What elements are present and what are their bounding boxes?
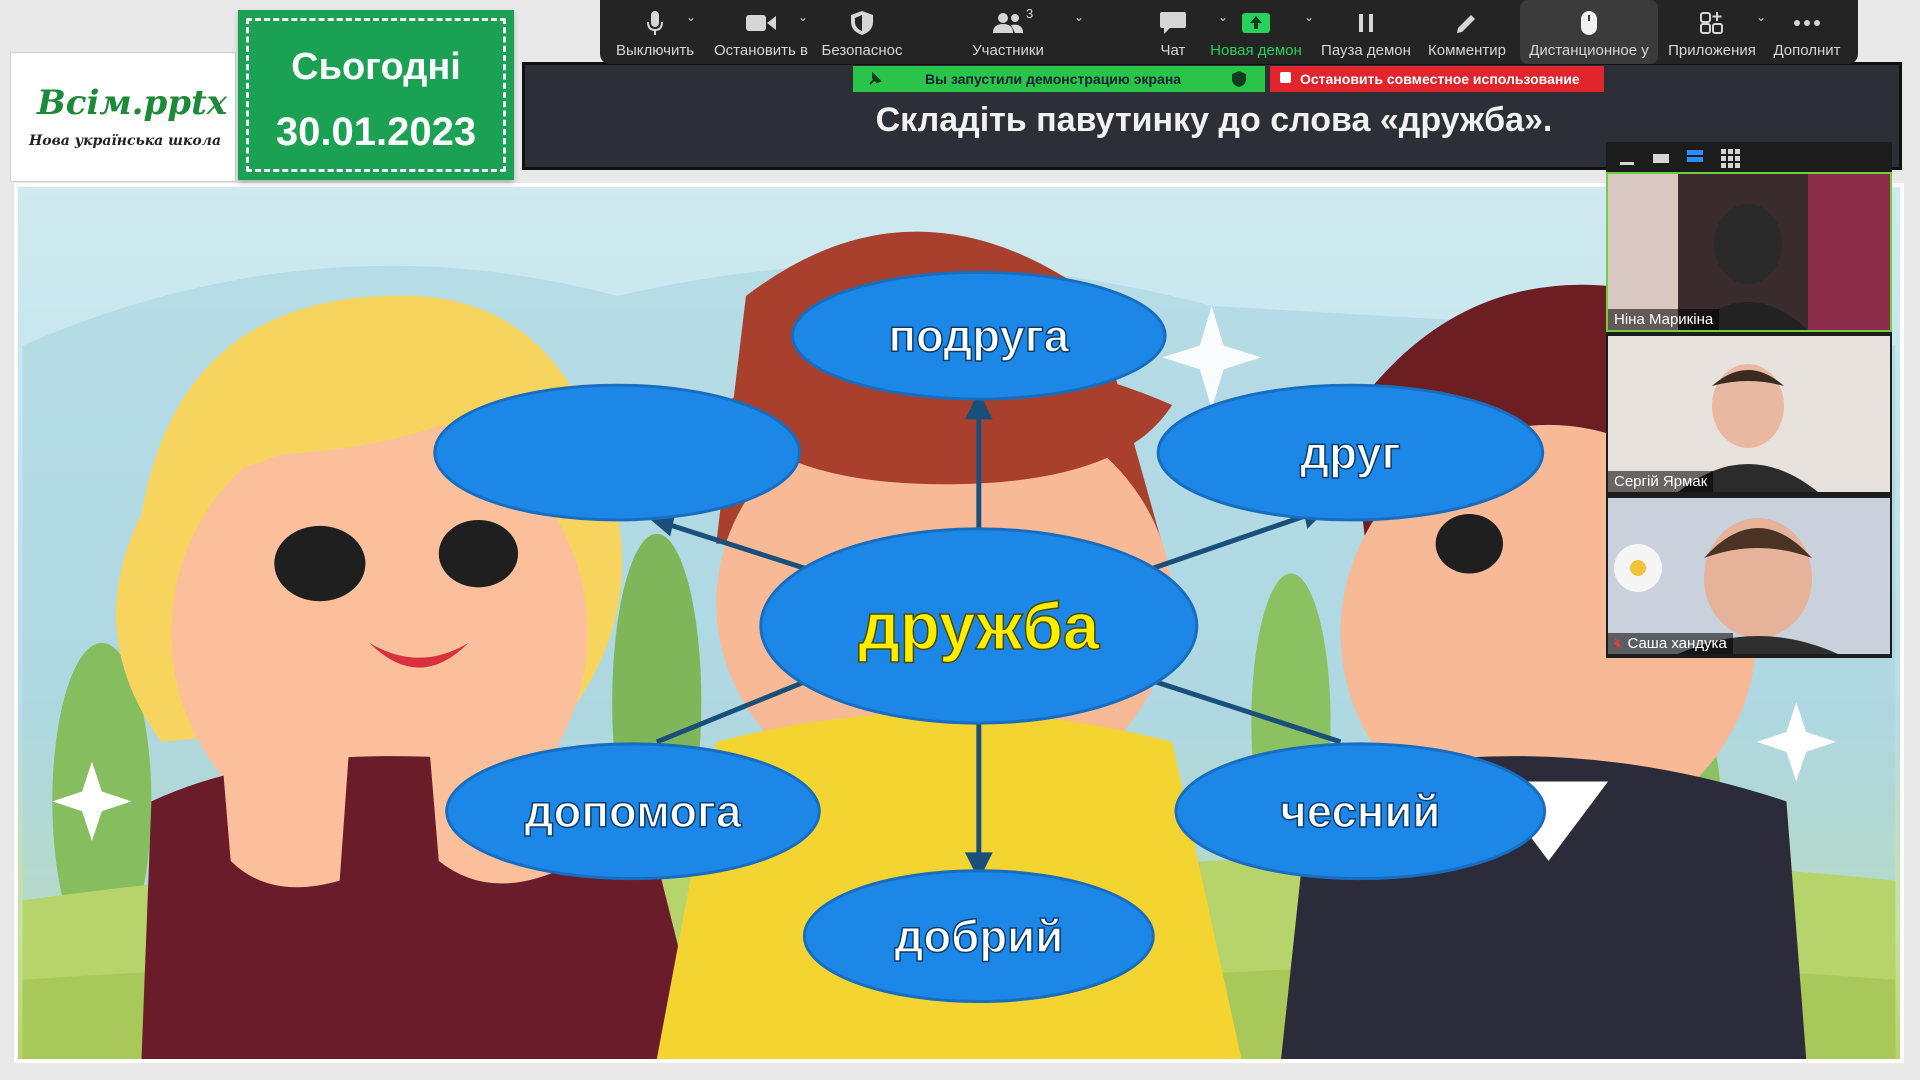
participant-name: Ніна Марикіна xyxy=(1608,309,1720,330)
word-bottom-right: чесний xyxy=(1280,786,1440,837)
toolbar-label: Безопаснос xyxy=(821,42,903,59)
participant-video xyxy=(1608,174,1890,330)
shield-icon xyxy=(851,11,873,35)
toolbar-label: Комментир xyxy=(1428,42,1506,59)
participant-tile[interactable]: Сергій Ярмак xyxy=(1608,336,1890,492)
pause-share-button[interactable]: Пауза демон xyxy=(1318,0,1414,64)
new-share-button[interactable]: ⌄ Новая демон xyxy=(1208,0,1314,64)
date-badge: Сьогодні 30.01.2023 xyxy=(238,10,514,180)
word-top: подруга xyxy=(889,310,1070,361)
minimize-icon[interactable] xyxy=(1616,148,1640,168)
word-ellipse-top-left xyxy=(433,383,801,522)
logo-main-text: Всім.pptx xyxy=(37,83,228,123)
participants-icon xyxy=(993,13,1023,33)
more-icon xyxy=(1794,20,1820,26)
annotate-button[interactable]: Комментир xyxy=(1420,0,1514,64)
more-button[interactable]: Дополнит xyxy=(1764,0,1850,64)
toolbar-label: Участники xyxy=(972,42,1044,59)
stop-video-button[interactable]: ⌄ Остановить в xyxy=(712,0,810,64)
stop-share-button[interactable]: Остановить совместное использование xyxy=(1270,66,1604,92)
chevron-down-icon[interactable]: ⌄ xyxy=(1304,10,1314,24)
word-top-right: друг xyxy=(1300,427,1401,478)
meeting-toolbar: ⌄ Выключить ⌄ Остановить в Безопаснос 3 … xyxy=(600,0,1858,64)
date-value: 30.01.2023 xyxy=(275,110,477,154)
security-button[interactable]: Безопаснос xyxy=(816,0,908,64)
logo-sub-text: Нова українська школа xyxy=(29,133,222,149)
remote-control-icon xyxy=(1581,11,1597,35)
gallery-view-icon[interactable] xyxy=(1718,148,1742,168)
mute-button[interactable]: ⌄ Выключить xyxy=(606,0,704,64)
toolbar-label: Выключить xyxy=(615,42,695,59)
toolbar-label: Новая демон xyxy=(1210,42,1302,59)
video-panel-header xyxy=(1606,142,1892,174)
muted-microphone-icon: 🔇︎ xyxy=(1614,635,1624,652)
apps-button[interactable]: ⌄ Приложения xyxy=(1664,0,1766,64)
participant-name: Саша хандука xyxy=(1627,635,1727,652)
chevron-down-icon[interactable]: ⌄ xyxy=(798,10,808,24)
apps-icon xyxy=(1700,12,1723,34)
word-bottom-left: допомога xyxy=(525,786,742,837)
toolbar-label: Чат xyxy=(1160,42,1186,59)
shield-icon xyxy=(1232,71,1246,87)
participant-video xyxy=(1608,498,1890,654)
participants-button[interactable]: 3 ⌄ Участники xyxy=(956,0,1084,64)
toolbar-label: Дистанционное у xyxy=(1529,42,1649,59)
speaker-view-icon[interactable] xyxy=(1650,148,1674,168)
video-camera-icon xyxy=(746,15,776,31)
pin-icon[interactable] xyxy=(867,71,883,87)
toolbar-label: Приложения xyxy=(1668,42,1756,59)
remote-control-button[interactable]: Дистанционное у xyxy=(1520,0,1658,64)
word-center: дружба xyxy=(858,590,1100,663)
share-status-banner[interactable]: Вы запустили демонстрацию экрана xyxy=(853,66,1265,92)
stop-share-label: Остановить совместное использование xyxy=(1300,71,1580,87)
chat-icon xyxy=(1160,12,1186,34)
share-screen-icon xyxy=(1242,13,1270,33)
share-status-text: Вы запустили демонстрацию экрана xyxy=(925,71,1182,87)
chevron-down-icon[interactable]: ⌄ xyxy=(1074,10,1084,24)
date-label: Сьогодні xyxy=(291,46,461,88)
participant-video xyxy=(1608,336,1890,492)
logo: Всім.pptx Нова українська школа xyxy=(10,52,236,182)
chevron-down-icon[interactable]: ⌄ xyxy=(686,10,696,24)
pencil-icon xyxy=(1457,15,1475,33)
toolbar-label: Пауза демон xyxy=(1321,42,1411,59)
toolbar-label: Дополнит xyxy=(1773,42,1841,59)
slide-title: Складіть павутинку до слова «дружба». xyxy=(875,101,1553,139)
participant-tile[interactable]: Ніна Марикіна xyxy=(1606,172,1892,332)
chat-button[interactable]: ⌄ Чат xyxy=(1140,0,1228,64)
participant-name: Сергій Ярмак xyxy=(1608,471,1714,492)
participants-count: 3 xyxy=(1026,6,1034,21)
pause-icon xyxy=(1359,14,1373,32)
microphone-icon xyxy=(647,11,663,35)
participant-name-row: 🔇︎ Саша хандука xyxy=(1608,633,1733,654)
strip-view-icon[interactable] xyxy=(1684,148,1708,168)
toolbar-label: Остановить в xyxy=(713,42,808,59)
participant-tile[interactable]: 🔇︎ Саша хандука xyxy=(1608,498,1890,654)
stop-icon xyxy=(1280,72,1291,83)
word-bottom: добрий xyxy=(894,911,1063,962)
